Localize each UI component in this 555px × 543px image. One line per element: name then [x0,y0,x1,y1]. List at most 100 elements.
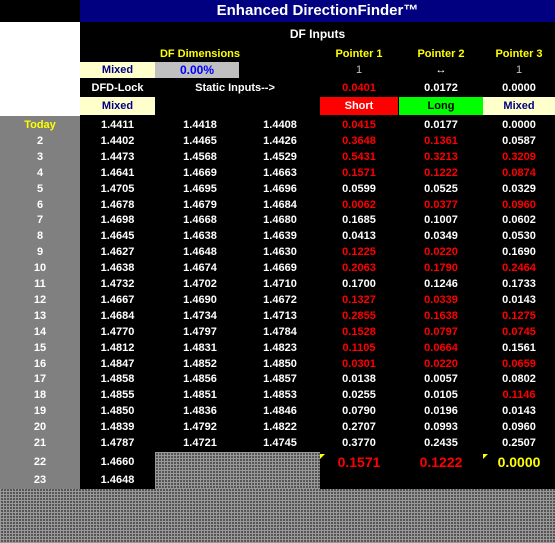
calc-value-a: 1.4418 [183,119,217,131]
day-label: 11 [34,278,46,290]
pointer-1-header: Pointer 1 [335,48,383,60]
calc-value-b: 1.4529 [263,150,297,163]
calc-value-a: 1.4856 [183,373,217,386]
calc-value-a: 1.4851 [183,389,217,402]
close-value: 1.4705 [100,182,135,195]
pointer-1-cell: 0.1528 [342,325,376,338]
calc-value-a: 1.4695 [183,182,217,195]
pointer-3-cell: 0.1146 [502,389,536,402]
hatched-area-mid [155,452,320,489]
percent-input[interactable]: 0.00% [155,62,239,78]
pointer-3-cell: 0.1690 [502,246,536,259]
close-value: 1.4698 [100,214,135,227]
calc-value-b: 1.4823 [263,341,297,354]
table-row: 2 1.4402 1.4465 1.4426 0.3648 0.1361 0.0587 [0,133,555,149]
close-value: 1.4627 [100,246,135,259]
df-inputs-label: DF Inputs [289,27,346,41]
pointer-3-input[interactable]: 1 [483,62,555,78]
pointer-3-cell: 0.1275 [502,309,536,322]
mixed-mode-cell[interactable]: Mixed [80,62,155,78]
calc-value-a: 1.4648 [183,246,217,259]
table-row: 20 1.4839 1.4792 1.4822 0.2707 0.0993 0.0960 [0,419,555,435]
calc-value-a: 1.4734 [183,309,217,322]
close-value-23: 1.4648 [100,474,135,486]
static-inputs-label: Static Inputs--> [195,82,275,94]
pointer-2-value: 0.0172 [424,82,458,94]
pointer-1-cell: 0.0790 [342,405,376,418]
pointer-3-cell: 0.0960 [502,421,536,434]
close-value: 1.4402 [100,134,135,147]
pointer-2-cell: 0.1638 [424,309,458,322]
day-label: 16 [33,357,47,370]
table-row: 3 1.4473 1.4568 1.4529 0.5431 0.3213 0.3209 [0,149,555,165]
calc-value-b: 1.4669 [263,262,297,275]
pointer-3-total: 0.0000 [497,454,541,470]
calc-value-a: 1.4465 [183,134,217,147]
calc-value-a: 1.4669 [183,166,217,179]
calc-value-a: 1.4792 [183,421,217,434]
day-label: 12 [33,293,47,306]
calc-value-a: 1.4831 [183,341,217,354]
pointer-3-cell: 0.0143 [502,405,536,418]
app-title: Enhanced DirectionFinder™ [80,0,555,22]
pointer-1-cell: 0.1700 [342,278,376,290]
calc-value-b: 1.4426 [263,134,297,147]
pointer-1-cell: 0.0415 [342,119,376,131]
pointer-2-input[interactable]: ↔ [399,62,483,78]
day-label: 10 [33,262,47,275]
pointer-1-cell: 0.3648 [342,134,376,147]
pointer-1-cell: 0.5431 [342,150,376,163]
pointer-3-cell: 0.2464 [502,262,536,275]
pointer-1-cell: 0.2063 [342,262,376,275]
calc-value-b: 1.4857 [263,373,297,386]
pointer-3-header: Pointer 3 [495,48,543,60]
pointer-1-cell: 0.0138 [342,373,376,386]
pointer-2-cell: 0.2435 [424,437,458,449]
calc-value-a: 1.4668 [183,214,217,227]
pointer-3-cell: 0.0329 [502,182,536,195]
calc-value-b: 1.4663 [263,166,297,179]
day-label: 3 [36,150,44,163]
day-label: 20 [33,421,47,434]
close-value: 1.4473 [100,150,135,163]
dfd-lock-label: DFD-Lock [91,82,144,94]
close-value: 1.4732 [100,278,135,290]
table-row: 13 1.4684 1.4734 1.4713 0.2855 0.1638 0.1275 [0,308,555,324]
close-value: 1.4667 [100,293,135,306]
day-label: 6 [36,198,44,211]
day-label-23: 23 [33,474,47,486]
day-label: 21 [33,437,47,449]
hatched-area-bottom [0,489,555,543]
day-label: 15 [33,341,47,354]
calc-value-a: 1.4690 [183,293,217,306]
table-row: 21 1.4787 1.4721 1.4745 0.3770 0.2435 0.2507 [0,435,555,451]
table-row: 17 1.4858 1.4856 1.4857 0.0138 0.0057 0.0802 [0,371,555,387]
day-label: 9 [36,246,44,259]
calc-value-a: 1.4797 [183,325,217,338]
calc-value-b: 1.4680 [263,214,297,227]
pointer-3-cell: 0.0143 [502,293,536,306]
pointer-2-cell: 0.0993 [424,421,458,434]
calc-value-a: 1.4702 [183,278,217,290]
calc-value-a: 1.4674 [183,262,217,275]
pointer-1-input[interactable]: 1 [320,62,398,78]
calc-value-b: 1.4696 [263,182,297,195]
pointer-3-cell: 0.3209 [502,150,536,163]
calc-value-b: 1.4784 [263,325,297,338]
pointer-2-cell: 0.0220 [424,246,458,259]
pointer-1-cell: 0.0413 [342,230,376,243]
pointer-3-value: 0.0000 [502,82,536,94]
pointer-1-cell: 0.1327 [342,293,376,306]
table-row: 11 1.4732 1.4702 1.4710 0.1700 0.1246 0.1733 [0,276,555,292]
mixed-signal-cell: Mixed [80,97,155,115]
calc-value-b: 1.4745 [263,437,297,449]
close-value: 1.4847 [100,357,135,370]
pointer-3-cell: 0.0659 [502,357,536,370]
day-label: 8 [36,230,44,243]
close-value: 1.4850 [100,405,135,418]
day-label: 13 [33,309,47,322]
table-row: 16 1.4847 1.4852 1.4850 0.0301 0.0220 0.0659 [0,356,555,372]
pointer-2-cell: 0.0196 [424,405,458,418]
pointer-1-cell: 0.3770 [342,437,376,449]
pointer-2-cell: 0.3213 [424,150,458,163]
